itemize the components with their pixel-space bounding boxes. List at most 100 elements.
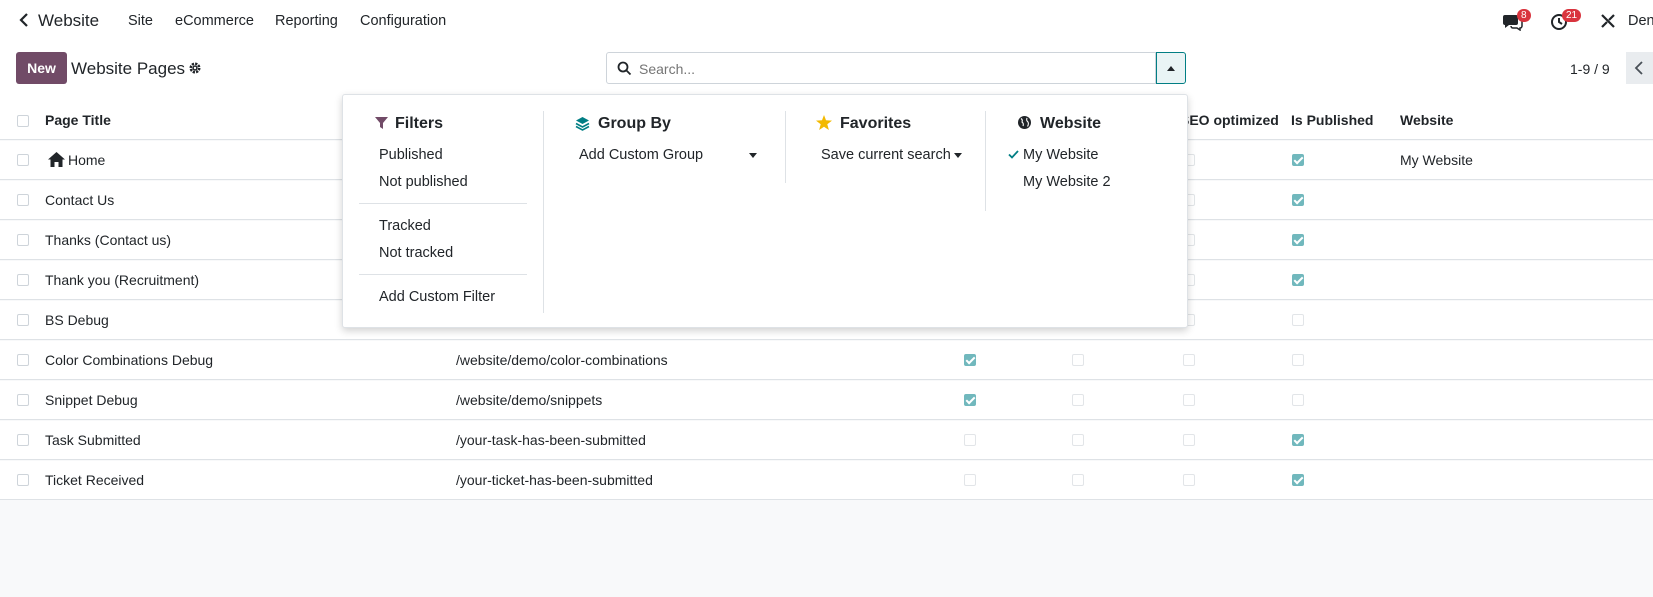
seo-optimized-checkbox (1183, 354, 1195, 366)
is-published-checkbox (1292, 154, 1304, 166)
add-custom-filter[interactable]: Add Custom Filter (379, 289, 495, 305)
page-title-cell: BS Debug (45, 312, 109, 328)
menu-ecommerce[interactable]: eCommerce (175, 13, 254, 29)
menu-configuration[interactable]: Configuration (360, 13, 446, 29)
row-select-checkbox[interactable] (17, 314, 29, 326)
filter-published[interactable]: Published (379, 147, 443, 163)
is-published-checkbox (1292, 434, 1304, 446)
add-custom-group-label: Add Custom Group (579, 147, 704, 163)
new-button[interactable]: New (16, 52, 67, 84)
filter-divider (359, 203, 527, 204)
user-menu[interactable]: Den (1628, 13, 1653, 29)
page-url-cell: /website/demo/color-combinations (456, 352, 668, 368)
gear-icon[interactable] (188, 61, 202, 75)
filter-tracked[interactable]: Tracked (379, 218, 431, 234)
search-bar (606, 52, 1156, 84)
star-icon (816, 115, 832, 130)
boolean-checkbox-2 (1072, 354, 1084, 366)
table-row[interactable]: Ticket Received/your-ticket-has-been-sub… (0, 461, 1653, 500)
search-input[interactable] (637, 58, 1141, 80)
checkmark-icon (1008, 150, 1019, 159)
column-header-is-published[interactable]: Is Published (1291, 112, 1373, 128)
row-select-checkbox[interactable] (17, 194, 29, 206)
seo-optimized-checkbox (1183, 394, 1195, 406)
menu-site[interactable]: Site (128, 13, 153, 29)
is-published-checkbox (1292, 234, 1304, 246)
column-separator (543, 111, 544, 313)
row-select-checkbox[interactable] (17, 234, 29, 246)
activities-count-badge: 21 (1562, 9, 1582, 22)
is-published-checkbox (1292, 314, 1304, 326)
messages-button[interactable]: 8 (1503, 9, 1531, 31)
boolean-checkbox-2 (1072, 394, 1084, 406)
back-arrow-icon[interactable] (18, 12, 30, 28)
filter-not-tracked[interactable]: Not tracked (379, 245, 453, 261)
page-title-cell: Color Combinations Debug (45, 352, 214, 368)
debug-tools-icon[interactable] (1600, 13, 1616, 29)
select-all-checkbox[interactable] (17, 115, 29, 127)
row-select-checkbox[interactable] (17, 394, 29, 406)
is-published-checkbox (1292, 474, 1304, 486)
page-title-cell: Ticket Received (45, 472, 145, 488)
filter-not-published[interactable]: Not published (379, 174, 468, 190)
column-header-website[interactable]: Website (1400, 112, 1453, 128)
caret-down-icon (954, 153, 962, 158)
page-url-cell: /website/demo/snippets (456, 392, 603, 408)
boolean-checkbox-1 (964, 474, 976, 486)
table-row[interactable]: Task Submitted/your-task-has-been-submit… (0, 421, 1653, 460)
chevron-left-icon (1634, 61, 1643, 75)
favorites-title: Favorites (840, 115, 912, 132)
page-url-cell: /your-ticket-has-been-submitted (456, 472, 653, 488)
search-options-toggle[interactable] (1156, 52, 1186, 84)
page-title-cell: Snippet Debug (45, 392, 138, 408)
boolean-checkbox-1 (964, 354, 976, 366)
top-navbar: Website Site eCommerce Reporting Configu… (0, 0, 1653, 42)
home-icon (48, 152, 65, 167)
filter-divider (359, 274, 527, 275)
layers-icon (575, 117, 590, 131)
caret-up-icon (1167, 66, 1175, 71)
page-url-cell: /your-task-has-been-submitted (456, 432, 646, 448)
list-empty-area (0, 502, 1653, 597)
row-select-checkbox[interactable] (17, 274, 29, 286)
page-title: Website Pages (71, 59, 186, 78)
is-published-checkbox (1292, 194, 1304, 206)
pager-value[interactable]: 1-9 / 9 (1570, 61, 1610, 77)
is-published-checkbox (1292, 274, 1304, 286)
website-option-my-website-2[interactable]: My Website 2 (1023, 174, 1111, 190)
page-title-cell: Task Submitted (45, 432, 141, 448)
menu-reporting[interactable]: Reporting (275, 13, 338, 29)
save-current-search-toggle[interactable]: Save current search (821, 147, 967, 167)
row-select-checkbox[interactable] (17, 434, 29, 446)
messages-count-badge: 8 (1517, 9, 1531, 22)
website-option-my-website[interactable]: My Website (1023, 147, 1098, 163)
filter-icon (375, 117, 388, 129)
row-select-checkbox[interactable] (17, 154, 29, 166)
activities-button[interactable]: 21 (1550, 9, 1582, 31)
page-title-cell: Thanks (Contact us) (45, 232, 172, 248)
table-row[interactable]: Color Combinations Debug/website/demo/co… (0, 341, 1653, 380)
boolean-checkbox-2 (1072, 434, 1084, 446)
app-title[interactable]: Website (38, 11, 99, 31)
save-current-search-label: Save current search (821, 147, 951, 163)
row-select-checkbox[interactable] (17, 474, 29, 486)
column-header-page-title[interactable]: Page Title (45, 112, 111, 128)
website-cell: My Website (1400, 152, 1473, 168)
pager-previous-button[interactable] (1626, 52, 1653, 84)
filters-title: Filters (395, 115, 444, 132)
seo-optimized-checkbox (1183, 434, 1195, 446)
website-filter-title: Website (1040, 115, 1102, 132)
page-title-cell: Thank you (Recruitment) (45, 272, 200, 288)
is-published-checkbox (1292, 394, 1304, 406)
row-select-checkbox[interactable] (17, 354, 29, 366)
boolean-checkbox-1 (964, 394, 976, 406)
column-header-seo-optimized[interactable]: SEO optimized (1180, 112, 1279, 128)
page-title-cell: Contact Us (45, 192, 115, 208)
column-separator (985, 111, 986, 211)
group-by-title: Group By (598, 115, 671, 132)
boolean-checkbox-2 (1072, 474, 1084, 486)
search-icon (617, 61, 632, 76)
seo-optimized-checkbox (1183, 474, 1195, 486)
add-custom-group-select[interactable]: Add Custom Group (579, 147, 759, 167)
table-row[interactable]: Snippet Debug/website/demo/snippets (0, 381, 1653, 420)
